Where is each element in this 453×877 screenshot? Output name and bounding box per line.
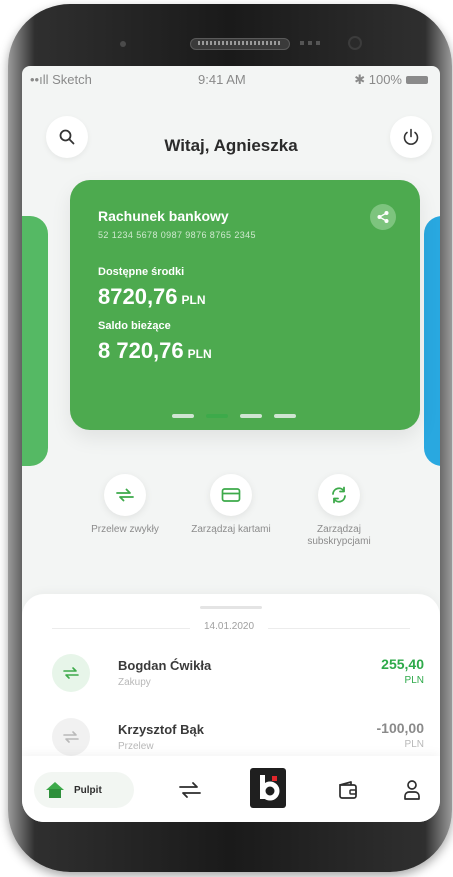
transfer-icon: [179, 782, 201, 798]
battery-text: ✱ 100%: [354, 72, 402, 87]
refresh-icon: [332, 486, 346, 504]
transaction-currency: PLN: [404, 739, 424, 750]
bank-logo-button[interactable]: [250, 768, 286, 808]
carousel-indicator: [172, 414, 296, 418]
share-button[interactable]: [370, 204, 396, 230]
account-title: Rachunek bankowy: [98, 208, 229, 224]
transaction-amount-block: 255,40 PLN: [381, 656, 424, 686]
battery-indicator: ✱ 100%: [354, 72, 428, 88]
transaction-name: Bogdan Ćwikła: [118, 658, 212, 673]
phone-screen: ••ıll Sketch 9:41 AM ✱ 100% Witaj, Agnie…: [22, 66, 440, 822]
bank-logo-icon: [260, 775, 280, 801]
previous-account-card[interactable]: [22, 216, 48, 466]
transfer-icon: [116, 488, 134, 502]
transaction-amount: -100,00: [376, 720, 424, 736]
available-funds-currency: PLN: [181, 293, 206, 307]
nav-item-profile[interactable]: [396, 774, 428, 806]
transaction-category: Przelew: [118, 741, 154, 752]
cards-button-circle[interactable]: [210, 474, 252, 516]
transactions-date: 14.01.2020: [190, 621, 269, 632]
nav-item-wallet[interactable]: [332, 774, 364, 806]
transaction-amount-block: -100,00 PLN: [377, 720, 424, 750]
carousel-dot[interactable]: [172, 414, 194, 418]
transaction-type-circle: [52, 718, 90, 756]
account-card[interactable]: Rachunek bankowy 52 1234 5678 0987 9876 …: [70, 180, 420, 430]
nav-home-label: Pulpit: [74, 784, 102, 796]
wallet-icon: [339, 781, 357, 799]
current-balance-currency: PLN: [187, 347, 212, 361]
sensor-dot: [120, 41, 126, 47]
subscriptions-button-circle[interactable]: [318, 474, 360, 516]
available-funds-amount: 8720,76: [98, 284, 178, 309]
transaction-category: Zakupy: [118, 677, 151, 688]
user-icon: [404, 780, 420, 800]
carousel-dot[interactable]: [274, 414, 296, 418]
signal-indicator: ••ıll Sketch: [30, 72, 92, 87]
transaction-currency: PLN: [404, 675, 424, 686]
power-icon: [403, 128, 419, 145]
quick-action-transfer[interactable]: Przelew zwykły: [70, 474, 180, 536]
next-account-card[interactable]: [424, 216, 440, 466]
bottom-navigation: Pulpit: [22, 756, 440, 822]
transfer-button-circle[interactable]: [104, 474, 146, 516]
current-balance-amount: 8 720,76: [98, 338, 184, 363]
nav-item-transfers[interactable]: [174, 774, 206, 806]
share-icon: [377, 211, 389, 223]
quick-action-label: Zarządzaj kartami: [191, 524, 271, 535]
sensor-dots: [300, 41, 324, 45]
card-icon: [221, 488, 241, 502]
carousel-dot[interactable]: [206, 414, 228, 418]
status-time: 9:41 AM: [198, 72, 246, 87]
available-funds-value: 8720,76 PLN: [98, 284, 206, 310]
available-funds-label: Dostępne środki: [98, 266, 185, 278]
current-balance-value: 8 720,76 PLN: [98, 338, 212, 364]
home-icon: [46, 782, 64, 798]
quick-action-label: Przelew zwykły: [91, 524, 159, 535]
quick-action-subscriptions[interactable]: Zarządzaj subskrypcjami: [284, 474, 394, 548]
account-number: 52 1234 5678 0987 9876 8765 2345: [98, 230, 256, 240]
transfer-icon: [63, 731, 79, 743]
speaker-grille: [198, 41, 280, 45]
battery-icon: [406, 76, 428, 84]
transaction-name: Krzysztof Bąk: [118, 722, 204, 737]
logout-button[interactable]: [390, 116, 432, 158]
transaction-row[interactable]: Bogdan Ćwikła Zakupy 255,40 PLN: [22, 642, 440, 702]
quick-action-label: Zarządzaj subskrypcjami: [307, 524, 371, 547]
transaction-details: Bogdan Ćwikła Zakupy: [118, 658, 211, 688]
front-camera: [350, 38, 360, 48]
quick-action-cards[interactable]: Zarządzaj kartami: [176, 474, 286, 536]
transfer-icon: [63, 667, 79, 679]
greeting-title: Witaj, Agnieszka: [164, 136, 298, 155]
transaction-amount: 255,40: [381, 656, 424, 672]
transaction-details: Krzysztof Bąk Przelew: [118, 722, 204, 752]
nav-item-home[interactable]: Pulpit: [34, 772, 134, 808]
current-balance-label: Saldo bieżące: [98, 320, 171, 332]
transaction-type-circle: [52, 654, 90, 692]
panel-drag-handle[interactable]: [200, 606, 262, 609]
carousel-dot[interactable]: [240, 414, 262, 418]
